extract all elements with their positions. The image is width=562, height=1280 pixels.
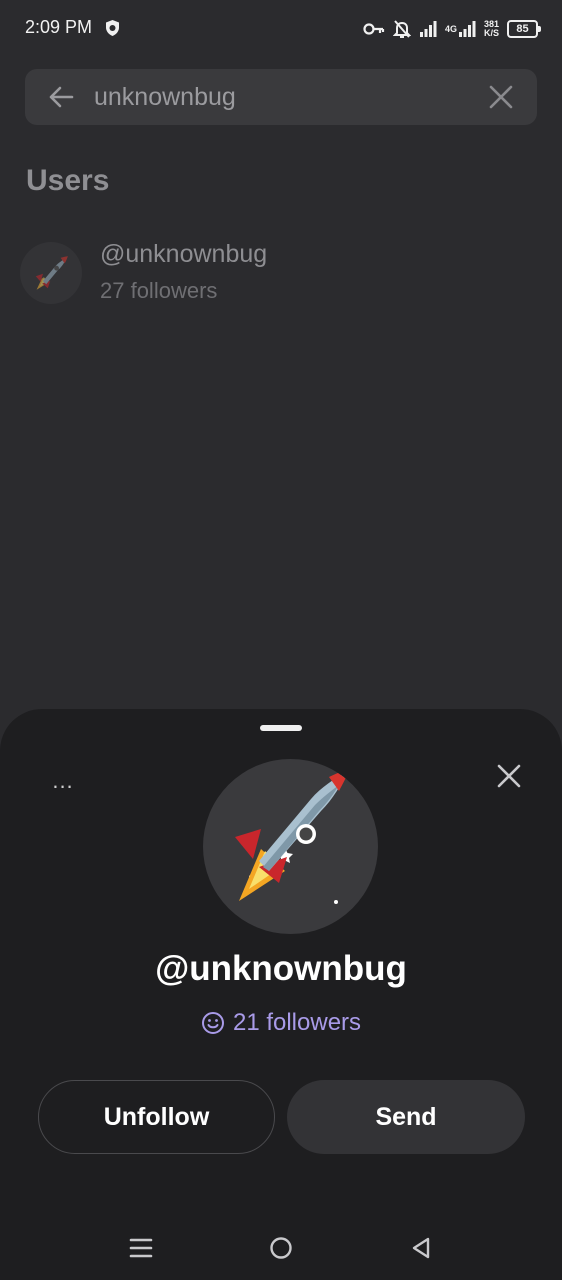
bell-off-icon (392, 20, 411, 38)
send-button[interactable]: Send (287, 1080, 525, 1154)
signal-4g-icon (458, 21, 476, 37)
signal-4g-label: 4G (444, 23, 457, 34)
status-icons: 4G 381 K/S 85 (363, 16, 541, 42)
smiley-icon (201, 1012, 224, 1034)
profile-username: @unknownbug (155, 949, 407, 988)
menu-icon[interactable] (129, 1237, 153, 1259)
profile-followers-label: 21 followers (232, 1009, 362, 1036)
system-nav-bar (0, 1200, 562, 1280)
profile-avatar (203, 759, 378, 934)
section-title-users: Users (26, 164, 110, 197)
search-bar[interactable]: unknownbug (25, 69, 537, 125)
profile-sheet: ... @unknownbug 21 followers Unfollow Se… (0, 709, 562, 1280)
close-icon[interactable] (489, 85, 513, 109)
sheet-drag-handle[interactable] (260, 725, 302, 731)
user-followers: 27 followers (100, 278, 218, 303)
user-result-row[interactable]: @unknownbug 27 followers (18, 236, 538, 310)
user-username: @unknownbug (100, 240, 268, 268)
home-icon[interactable] (269, 1236, 293, 1260)
rocket-icon (235, 769, 349, 933)
avatar (20, 242, 82, 304)
shield-icon (106, 20, 119, 36)
signal-icon (419, 21, 437, 37)
rocket-icon (35, 256, 68, 290)
status-time: 2:09 PM (25, 17, 93, 37)
close-icon[interactable] (494, 761, 524, 791)
battery-indicator: 85 (507, 20, 541, 38)
search-input[interactable]: unknownbug (94, 83, 236, 112)
network-speed-unit: K/S (483, 28, 499, 38)
profile-followers[interactable]: 21 followers (0, 1009, 562, 1037)
back-icon[interactable] (409, 1236, 433, 1260)
key-icon (363, 23, 385, 35)
unfollow-button[interactable]: Unfollow (38, 1080, 275, 1154)
network-speed: 381 K/S (484, 20, 499, 38)
more-options-button[interactable]: ... (46, 770, 80, 795)
arrow-left-icon[interactable] (47, 83, 75, 111)
status-bar: 2:09 PM 4G 381 K/S 85 (0, 0, 562, 58)
